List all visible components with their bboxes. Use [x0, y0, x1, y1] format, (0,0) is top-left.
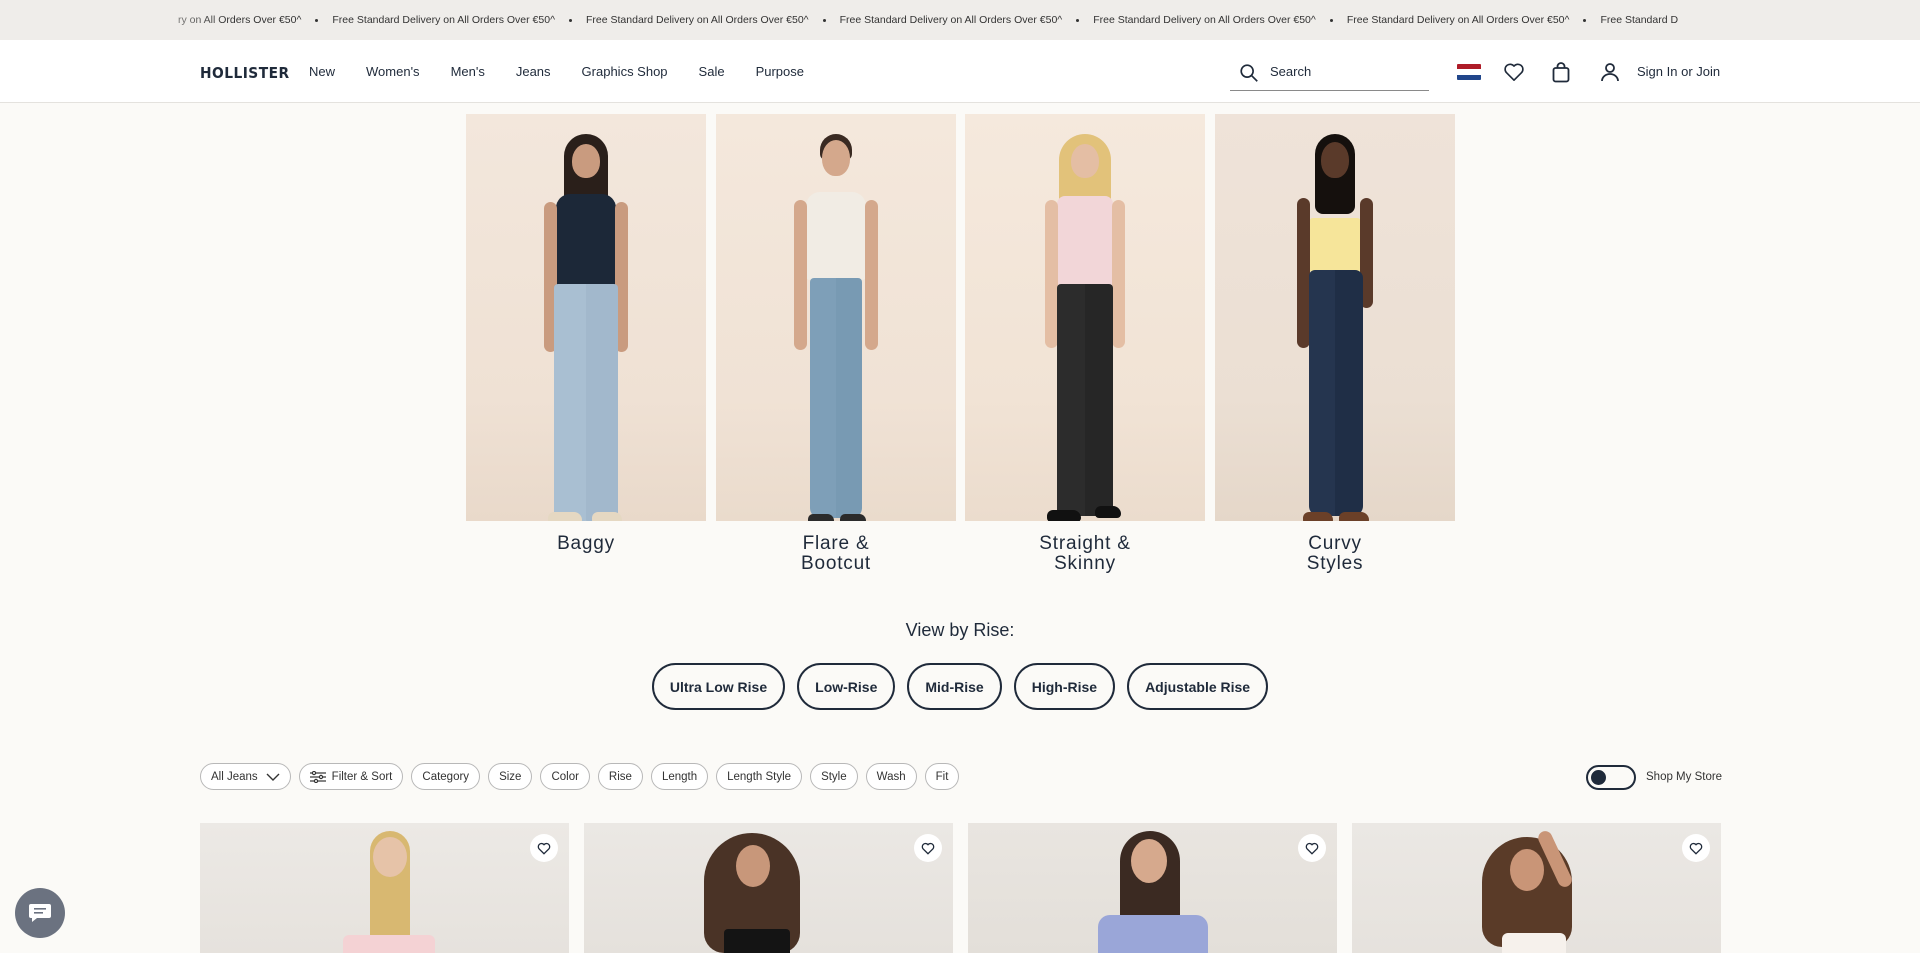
model-figure	[526, 134, 646, 521]
promo-fade-left	[0, 0, 230, 40]
promo-separator	[1329, 18, 1333, 22]
product-lace-top	[1502, 933, 1566, 953]
wishlist-heart-icon[interactable]	[1502, 60, 1526, 84]
main-nav: New Women's Men's Jeans Graphics Shop Sa…	[309, 64, 835, 79]
category-label-curvy-styles[interactable]: Curvy Styles	[1215, 534, 1455, 574]
category-label-baggy[interactable]: Baggy	[466, 534, 706, 554]
toggle-knob	[1591, 770, 1606, 785]
rise-high-button[interactable]: High-Rise	[1013, 663, 1116, 710]
rise-heading: View by Rise:	[905, 620, 1015, 640]
account-user-icon[interactable]	[1598, 60, 1622, 84]
shop-my-store-label: Shop My Store	[1646, 771, 1723, 783]
filter-chip-length-style[interactable]: Length Style	[716, 763, 803, 790]
filter-chip-wash[interactable]: Wash	[865, 763, 917, 790]
search-box[interactable]	[1230, 53, 1429, 91]
filter-sort-button[interactable]: Filter & Sort	[298, 763, 404, 790]
chevron-down-icon	[266, 773, 280, 781]
search-icon[interactable]	[1238, 62, 1260, 84]
promo-separator	[1076, 18, 1080, 22]
promo-item: Free Standard D	[1600, 14, 1679, 26]
model-face	[373, 837, 407, 877]
shopping-bag-icon[interactable]	[1549, 60, 1573, 84]
filter-chip-style[interactable]: Style	[810, 763, 858, 790]
nav-graphics-shop[interactable]: Graphics Shop	[582, 64, 668, 79]
rise-mid-button[interactable]: Mid-Rise	[907, 663, 1002, 710]
product-card[interactable]	[968, 823, 1337, 953]
nav-new[interactable]: New	[309, 64, 335, 79]
model-figure	[1025, 134, 1145, 521]
product-card[interactable]	[584, 823, 953, 953]
product-card[interactable]	[1352, 823, 1721, 953]
category-tile-curvy-styles[interactable]: Curvy Styles	[1215, 114, 1455, 574]
nav-jeans[interactable]: Jeans	[516, 64, 551, 79]
category-image-curvy-styles[interactable]	[1215, 114, 1455, 521]
nav-womens[interactable]: Women's	[366, 64, 420, 79]
category-tile-flare-bootcut[interactable]: Flare & Bootcut	[716, 114, 956, 574]
nav-purpose[interactable]: Purpose	[756, 64, 804, 79]
filter-chip-fit[interactable]: Fit	[924, 763, 960, 790]
filter-chip-rise[interactable]: Rise	[597, 763, 643, 790]
category-image-straight-skinny[interactable]	[965, 114, 1205, 521]
rise-options: Ultra Low Rise Low-Rise Mid-Rise High-Ri…	[0, 663, 1920, 710]
country-flag-icon[interactable]	[1457, 64, 1481, 80]
category-image-flare-bootcut[interactable]	[716, 114, 956, 521]
model-face	[1510, 849, 1544, 891]
promo-item: Free Standard Delivery on All Orders Ove…	[1093, 14, 1316, 26]
product-button-shirt	[1098, 915, 1208, 953]
shop-my-store-toggle[interactable]	[1586, 765, 1636, 790]
filter-sort-label: Filter & Sort	[331, 770, 393, 783]
all-jeans-label: All Jeans	[211, 770, 258, 783]
wishlist-heart-icon[interactable]	[530, 834, 558, 862]
category-tile-baggy[interactable]: Baggy	[466, 114, 706, 554]
sliders-icon	[309, 770, 326, 783]
promo-item: Free Standard Delivery on All Orders Ove…	[839, 14, 1063, 26]
promo-item: Free Standard Delivery on All Orders Ove…	[1346, 14, 1570, 26]
model-face	[736, 845, 770, 887]
wishlist-heart-icon[interactable]	[1298, 834, 1326, 862]
category-image-baggy[interactable]	[466, 114, 706, 521]
filter-bar: All Jeans Filter & Sort Category Size Co…	[200, 763, 967, 790]
promo-separator	[1583, 18, 1587, 22]
flag-stripe-blue	[1457, 74, 1481, 80]
promo-item: Free Standard Delivery on All Orders Ove…	[332, 14, 555, 26]
nav-sale[interactable]: Sale	[699, 64, 725, 79]
category-label-straight-skinny[interactable]: Straight & Skinny	[965, 534, 1205, 574]
category-label-flare-bootcut[interactable]: Flare & Bootcut	[716, 534, 956, 574]
site-header: HOLLISTER New Women's Men's Jeans Graphi…	[0, 40, 1920, 103]
model-figure	[1275, 134, 1395, 521]
model-face	[1131, 839, 1167, 883]
rise-adjustable-button[interactable]: Adjustable Rise	[1127, 663, 1269, 710]
wishlist-heart-icon[interactable]	[914, 834, 942, 862]
product-tube-top	[343, 935, 435, 953]
promo-track: ry on All Orders Over €50^ Free Standard…	[178, 0, 1678, 40]
promo-separator	[822, 18, 826, 22]
promo-item: Free Standard Delivery on All Orders Ove…	[586, 14, 809, 26]
promo-fade-right	[1680, 0, 1920, 40]
promo-separator	[315, 18, 319, 22]
promo-bar: ry on All Orders Over €50^ Free Standard…	[0, 0, 1920, 40]
model-figure	[776, 134, 896, 521]
filter-chip-size[interactable]: Size	[488, 763, 533, 790]
filter-chip-color[interactable]: Color	[540, 763, 590, 790]
all-jeans-dropdown[interactable]: All Jeans	[200, 763, 291, 790]
nav-mens[interactable]: Men's	[451, 64, 485, 79]
filter-chip-length[interactable]: Length	[650, 763, 709, 790]
hollister-logo[interactable]: HOLLISTER	[200, 64, 290, 82]
product-card[interactable]	[200, 823, 569, 953]
promo-separator	[569, 18, 572, 22]
rise-ultra-low-button[interactable]: Ultra Low Rise	[651, 663, 786, 710]
sign-in-link[interactable]: Sign In or Join	[1637, 64, 1720, 79]
wishlist-heart-icon[interactable]	[1682, 834, 1710, 862]
filter-chip-category[interactable]: Category	[411, 763, 481, 790]
product-polka-dot-cami	[724, 929, 790, 953]
chat-bubble-icon[interactable]	[15, 888, 65, 938]
search-input[interactable]	[1270, 62, 1420, 80]
rise-low-button[interactable]: Low-Rise	[797, 663, 896, 710]
category-tile-straight-skinny[interactable]: Straight & Skinny	[965, 114, 1205, 574]
